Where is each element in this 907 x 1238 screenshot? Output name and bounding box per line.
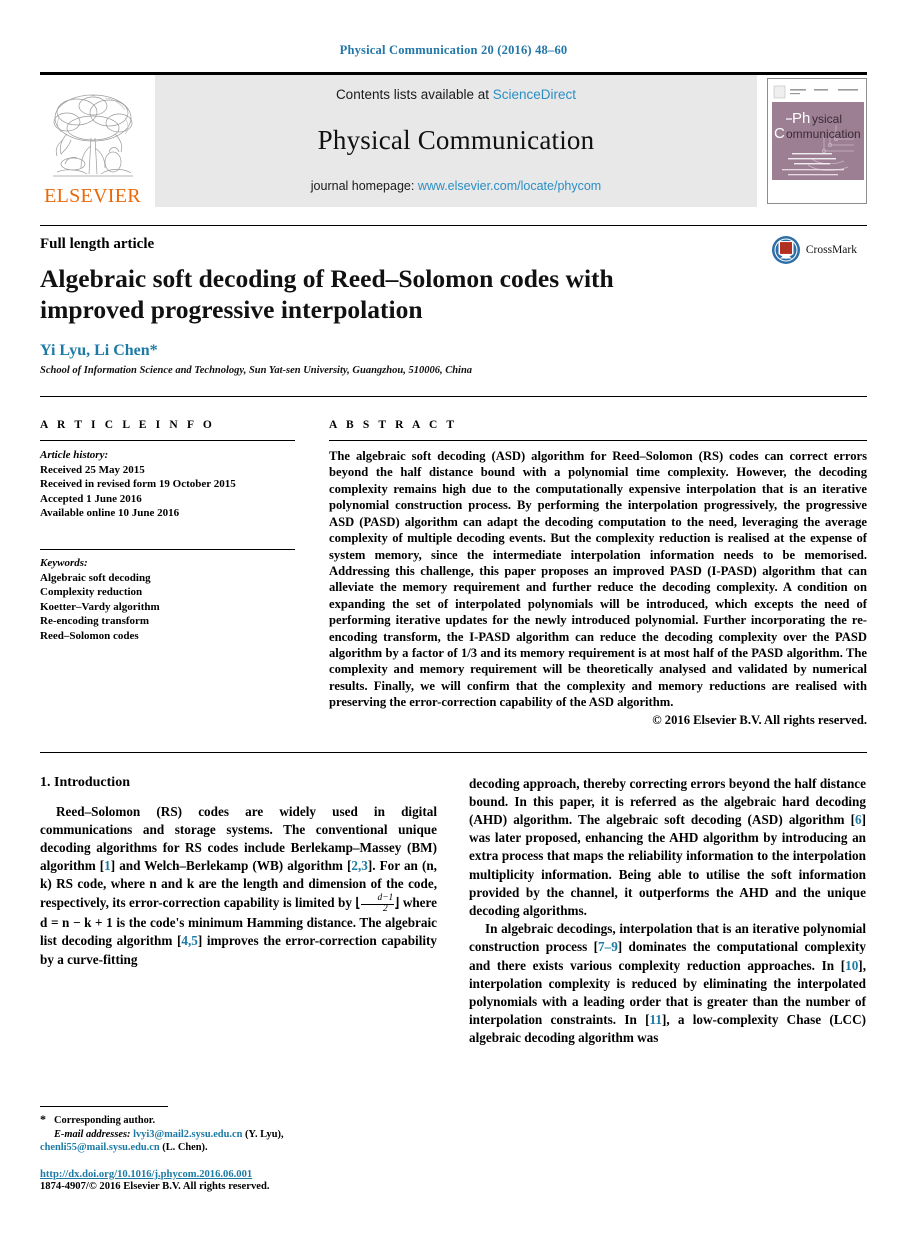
crossmark-icon xyxy=(771,236,800,264)
abstract-text: The algebraic soft decoding (ASD) algori… xyxy=(329,449,867,710)
fraction-d-minus-1-over-2: d−1 2 xyxy=(360,893,395,914)
article-history-title: Article history: xyxy=(40,449,109,462)
svg-text:Ph: Ph xyxy=(792,110,810,127)
affiliation: School of Information Science and Techno… xyxy=(40,365,473,377)
keywords-rule xyxy=(40,549,295,551)
par-text: decoding approach, thereby correcting er… xyxy=(469,775,866,827)
sciencedirect-link[interactable]: ScienceDirect xyxy=(493,87,576,102)
journal-banner: Contents lists available at ScienceDirec… xyxy=(155,75,757,207)
article-history-item: Received 25 May 2015 xyxy=(40,463,145,476)
section-heading-introduction: 1. Introduction xyxy=(40,774,130,790)
abstract-heading: A B S T R A C T xyxy=(329,419,458,432)
journal-masthead: ELSEVIER Contents lists available at Sci… xyxy=(40,72,867,207)
footnote-block: * Corresponding author. E-mail addresses:… xyxy=(40,1106,437,1192)
body-columns: 1. Introduction Reed–Solomon (RS) codes … xyxy=(40,775,867,1048)
body-divider xyxy=(40,751,867,753)
citation-ref[interactable]: 2,3 xyxy=(351,858,367,873)
email-link-author2[interactable]: chenli55@mail.sysu.edu.cn xyxy=(40,1142,160,1153)
issn-copyright-line: 1874-4907/© 2016 Elsevier B.V. All right… xyxy=(40,1181,270,1192)
keyword-item: Re-encoding transform xyxy=(40,615,150,628)
corresponding-author-text: Corresponding author. xyxy=(54,1115,156,1127)
author-list: Yi Lyu, Li Chen* xyxy=(40,342,867,360)
fraction-numerator: d−1 xyxy=(360,893,395,905)
paragraph-right-1: decoding approach, thereby correcting er… xyxy=(469,775,866,921)
title-divider xyxy=(40,225,867,226)
corresponding-author-marker: * xyxy=(149,342,158,360)
abstract-copyright: © 2016 Elsevier B.V. All rights reserved… xyxy=(652,712,867,727)
elsevier-logo: ELSEVIER xyxy=(40,75,145,207)
article-history: Article history: Received 25 May 2015 Re… xyxy=(40,448,295,521)
keyword-item: Reed–Solomon codes xyxy=(40,630,139,643)
info-abstract-section: A R T I C L E I N F O Article history: R… xyxy=(40,396,867,728)
email-author1-name: (Y. Lyu), xyxy=(244,1128,284,1140)
journal-homepage-line: journal homepage: www.elsevier.com/locat… xyxy=(311,179,601,193)
corresponding-author-note: * Corresponding author. xyxy=(40,1112,437,1128)
journal-cover-thumbnail: Ph ysical C ommunication xyxy=(767,78,867,204)
keyword-item: Koetter–Vardy algorithm xyxy=(40,600,160,613)
paragraph-left-1: Reed–Solomon (RS) codes are widely used … xyxy=(40,803,437,969)
citation-ref[interactable]: 10 xyxy=(845,958,858,973)
par-text: ] was later proposed, enhancing the AHD … xyxy=(469,811,866,918)
email-label: E-mail addresses: xyxy=(54,1128,131,1140)
journal-homepage-link[interactable]: www.elsevier.com/locate/phycom xyxy=(418,179,601,193)
running-head: Physical Communication 20 (2016) 48–60 xyxy=(339,43,568,57)
paper-page: Physical Communication 20 (2016) 48–60 E… xyxy=(0,0,907,1238)
svg-text:ommunication: ommunication xyxy=(786,127,861,141)
contents-available-line: Contents lists available at ScienceDirec… xyxy=(336,87,576,102)
article-history-item: Accepted 1 June 2016 xyxy=(40,492,142,505)
footnote-star-marker: * xyxy=(40,1112,46,1127)
keyword-item: Algebraic soft decoding xyxy=(40,571,151,584)
keywords-block: Keywords: Algebraic soft decoding Comple… xyxy=(40,549,295,644)
page-title: Algebraic soft decoding of Reed–Solomon … xyxy=(40,264,614,324)
article-history-item: Available online 10 June 2016 xyxy=(40,507,180,520)
crossmark-label: CrossMark xyxy=(805,244,857,256)
body-column-left: 1. Introduction Reed–Solomon (RS) codes … xyxy=(40,775,437,1048)
elsevier-wordmark: ELSEVIER xyxy=(44,185,141,207)
citation-ref[interactable]: 7–9 xyxy=(598,939,618,954)
article-info-rule xyxy=(40,440,295,442)
article-info-heading: A R T I C L E I N F O xyxy=(40,419,215,432)
doi-block: http://dx.doi.org/10.1016/j.phycom.2016.… xyxy=(40,1169,437,1192)
abstract-rule xyxy=(329,440,867,442)
email-addresses-note: E-mail addresses: lvyi3@mail2.sysu.edu.c… xyxy=(40,1128,437,1142)
article-info-column: A R T I C L E I N F O Article history: R… xyxy=(40,419,295,728)
elsevier-tree-icon xyxy=(47,88,139,184)
par-text: ] and Welch–Berlekamp (WB) algorithm [ xyxy=(110,858,352,874)
fraction-denominator: 2 xyxy=(383,903,388,914)
email-author2-name: (L. Chen). xyxy=(162,1142,208,1154)
svg-text:ysical: ysical xyxy=(812,112,842,126)
article-history-item: Received in revised form 19 October 2015 xyxy=(40,478,236,491)
crossmark-badge[interactable]: CrossMark xyxy=(771,235,857,265)
body-column-right: decoding approach, thereby correcting er… xyxy=(469,775,866,1048)
journal-title: Physical Communication xyxy=(317,125,595,155)
article-type: Full length article xyxy=(40,236,155,252)
svg-text:C: C xyxy=(774,125,785,142)
citation-ref[interactable]: 4,5 xyxy=(181,933,197,948)
paragraph-right-2: In algebraic decodings, interpolation th… xyxy=(469,920,866,1047)
citation-ref[interactable]: 1 xyxy=(104,858,111,873)
keywords-title: Keywords: xyxy=(40,557,88,570)
title-block: CrossMark Full length article Algebraic … xyxy=(40,207,867,376)
citation-ref[interactable]: 6 xyxy=(855,812,862,827)
abstract-column: A B S T R A C T The algebraic soft decod… xyxy=(329,419,867,728)
contents-prefix: Contents lists available at xyxy=(335,87,493,102)
homepage-prefix: journal homepage: xyxy=(310,179,418,193)
email-addresses-note-2: chenli55@mail.sysu.edu.cn (L. Chen). xyxy=(40,1141,437,1155)
email-link-author1[interactable]: lvyi3@mail2.sysu.edu.cn xyxy=(133,1129,242,1140)
footnote-rule xyxy=(40,1106,168,1108)
citation-ref[interactable]: 11 xyxy=(649,1012,661,1027)
doi-link[interactable]: http://dx.doi.org/10.1016/j.phycom.2016.… xyxy=(40,1169,437,1180)
keyword-item: Complexity reduction xyxy=(40,586,143,599)
author-names: Yi Lyu, Li Chen xyxy=(40,342,150,360)
